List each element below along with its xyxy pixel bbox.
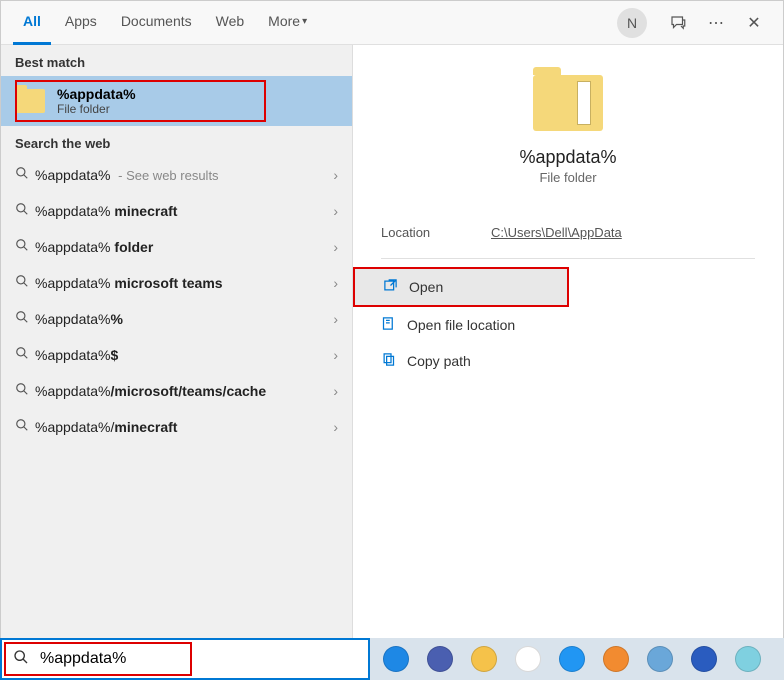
more-options-icon[interactable]: ⋯ [703,10,729,36]
best-match-result[interactable]: %appdata% File folder [1,76,352,126]
preview-title: %appdata% [353,147,783,168]
action-open-label: Open [409,279,443,295]
suggestion-text: %appdata% microsoft teams [35,275,333,291]
file-location-icon [381,316,407,335]
copy-icon [381,352,407,371]
web-suggestion[interactable]: %appdata%/microsoft/teams/cache› [1,373,352,409]
action-copy-path-label: Copy path [407,353,471,369]
chevron-right-icon: › [333,383,338,399]
search-icon [15,346,35,364]
suggestion-text: %appdata% - See web results [35,167,333,183]
taskbar-app[interactable] [684,640,724,678]
taskbar-app[interactable] [596,640,636,678]
web-suggestion[interactable]: %appdata% folder› [1,229,352,265]
taskbar-app[interactable] [464,640,504,678]
search-icon [15,166,35,184]
annotation-box [15,80,266,122]
web-suggestion[interactable]: %appdata%/minecraft› [1,409,352,445]
chevron-right-icon: › [333,239,338,255]
chevron-right-icon: › [333,347,338,363]
results-panel: Best match %appdata% File folder Search … [1,45,353,679]
location-label: Location [381,225,491,240]
action-open-location-label: Open file location [407,317,515,333]
folder-icon [533,75,603,131]
app-icon [383,646,409,672]
suggestion-text: %appdata%% [35,311,333,327]
search-value: %appdata% [40,650,368,668]
best-match-label: Best match [1,45,352,76]
annotation-box: Open [353,267,569,307]
chevron-right-icon: › [333,419,338,435]
search-box[interactable]: %appdata% [0,638,370,680]
suggestion-text: %appdata%/minecraft [35,419,333,435]
taskbar [370,638,784,680]
open-icon [383,278,409,297]
taskbar-app[interactable] [508,640,548,678]
location-link[interactable]: C:\Users\Dell\AppData [491,225,622,240]
tab-more[interactable]: More▾ [258,1,317,45]
app-icon [515,646,541,672]
search-icon [15,310,35,328]
taskbar-app[interactable] [376,640,416,678]
suggestion-text: %appdata% folder [35,239,333,255]
web-suggestion[interactable]: %appdata%$› [1,337,352,373]
search-icon [15,418,35,436]
tab-apps[interactable]: Apps [55,1,107,45]
tab-documents[interactable]: Documents [111,1,202,45]
taskbar-app[interactable] [552,640,592,678]
suggestion-text: %appdata%$ [35,347,333,363]
web-suggestion[interactable]: %appdata% - See web results› [1,157,352,193]
chevron-right-icon: › [333,275,338,291]
search-icon [15,238,35,256]
taskbar-items [376,640,768,678]
taskbar-app[interactable] [728,640,768,678]
user-avatar[interactable]: N [617,8,647,38]
tab-web[interactable]: Web [206,1,255,45]
app-icon [603,646,629,672]
web-suggestion[interactable]: %appdata% minecraft› [1,193,352,229]
chevron-right-icon: › [333,203,338,219]
search-window: All Apps Documents Web More▾ N ⋯ ✕ Best … [0,0,784,680]
action-copy-path[interactable]: Copy path [353,343,783,379]
body: Best match %appdata% File folder Search … [1,45,783,679]
action-open-location[interactable]: Open file location [353,307,783,343]
web-suggestion[interactable]: %appdata% microsoft teams› [1,265,352,301]
app-icon [691,646,717,672]
tab-all[interactable]: All [13,1,51,45]
search-icon [15,382,35,400]
search-web-label: Search the web [1,126,352,157]
app-icon [647,646,673,672]
app-icon [559,646,585,672]
suggestion-text: %appdata% minecraft [35,203,333,219]
search-icon [2,649,40,670]
suggestion-text: %appdata%/microsoft/teams/cache [35,383,333,399]
suggestions-list: %appdata% - See web results›%appdata% mi… [1,157,352,445]
chevron-right-icon: › [333,167,338,183]
chevron-right-icon: › [333,311,338,327]
search-icon [15,274,35,292]
preview-subtitle: File folder [353,170,783,185]
best-match-subtitle: File folder [57,102,136,116]
best-match-title: %appdata% [57,86,136,102]
app-icon [471,646,497,672]
app-icon [427,646,453,672]
action-open[interactable]: Open [355,269,567,305]
web-suggestion[interactable]: %appdata%%› [1,301,352,337]
taskbar-app[interactable] [640,640,680,678]
best-match-text: %appdata% File folder [57,86,136,116]
folder-icon [15,89,45,113]
preview-panel: %appdata% File folder Location C:\Users\… [353,45,783,679]
chevron-down-icon: ▾ [302,16,307,27]
location-row: Location C:\Users\Dell\AppData [353,215,783,250]
close-icon[interactable]: ✕ [741,10,767,36]
taskbar-app[interactable] [420,640,460,678]
divider [381,258,755,259]
app-icon [735,646,761,672]
search-icon [15,202,35,220]
tab-more-label: More [268,13,300,29]
tabs-row: All Apps Documents Web More▾ N ⋯ ✕ [1,1,783,45]
feedback-icon[interactable] [665,10,691,36]
